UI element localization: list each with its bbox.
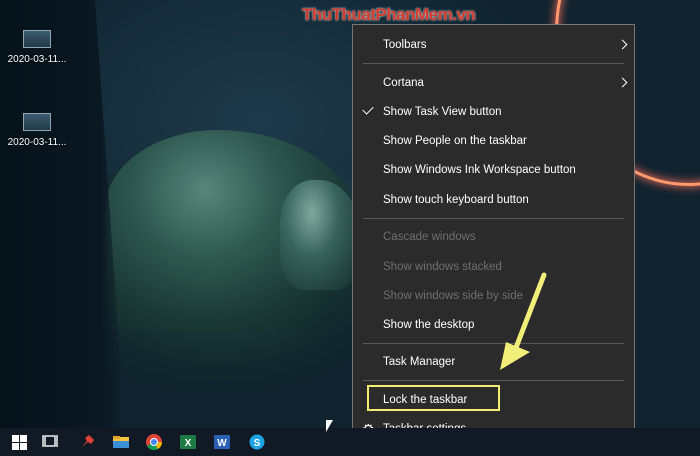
menu-separator: [363, 380, 624, 381]
desktop-file-icon[interactable]: 2020-03-11...: [2, 30, 72, 65]
svg-text:W: W: [217, 438, 227, 449]
taskbar[interactable]: X W S: [0, 428, 700, 456]
menu-item-label: Cortana: [383, 77, 424, 89]
image-thumbnail-icon: [23, 30, 51, 48]
skype-icon[interactable]: S: [246, 432, 268, 452]
menu-item-label: Show touch keyboard button: [383, 194, 529, 206]
svg-text:X: X: [185, 438, 192, 449]
image-thumbnail-icon: [23, 113, 51, 131]
menu-item-label: Show People on the taskbar: [383, 135, 527, 147]
menu-item-show-touch-keyboard[interactable]: Show touch keyboard button: [353, 187, 634, 213]
menu-separator: [363, 218, 624, 219]
menu-item-label: Cascade windows: [383, 231, 476, 243]
chrome-icon[interactable]: [143, 432, 165, 452]
menu-item-label: Show the desktop: [383, 319, 475, 331]
menu-item-show-people[interactable]: Show People on the taskbar: [353, 128, 634, 154]
file-explorer-icon[interactable]: [110, 432, 132, 452]
menu-separator: [363, 63, 624, 64]
wallpaper-rock-highlight: [280, 180, 360, 290]
menu-item-cortana[interactable]: Cortana: [353, 70, 634, 96]
checkmark-icon: [362, 103, 374, 115]
desktop-file-icon[interactable]: 2020-03-11...: [2, 113, 72, 148]
menu-item-label: Show Task View button: [383, 106, 502, 118]
windows-start-icon[interactable]: [9, 432, 31, 452]
word-icon[interactable]: W: [211, 432, 233, 452]
desktop-file-label: 2020-03-11...: [7, 137, 67, 148]
svg-text:S: S: [254, 438, 261, 449]
mouse-cursor-icon: [326, 420, 333, 432]
annotation-highlight-box: [367, 385, 500, 411]
menu-item-toolbars[interactable]: Toolbars: [353, 32, 634, 58]
menu-item-label: Task Manager: [383, 356, 456, 368]
annotation-arrow-icon: [500, 272, 547, 370]
menu-item-label: Show windows stacked: [383, 261, 502, 273]
menu-item-show-ink-workspace[interactable]: Show Windows Ink Workspace button: [353, 157, 634, 183]
watermark-text: ThuThuatPhanMem.vn: [302, 5, 476, 24]
chevron-right-icon: [617, 39, 628, 50]
excel-icon[interactable]: X: [177, 432, 199, 452]
desktop-file-label: 2020-03-11...: [7, 54, 67, 65]
chevron-right-icon: [617, 77, 628, 88]
menu-item-show-task-view[interactable]: Show Task View button: [353, 99, 634, 125]
task-view-icon[interactable]: [40, 432, 62, 452]
menu-item-cascade-windows: Cascade windows: [353, 224, 634, 250]
menu-item-label: Toolbars: [383, 39, 427, 51]
pinned-app-icon[interactable]: [76, 432, 98, 452]
menu-item-label: Show Windows Ink Workspace button: [383, 164, 576, 176]
